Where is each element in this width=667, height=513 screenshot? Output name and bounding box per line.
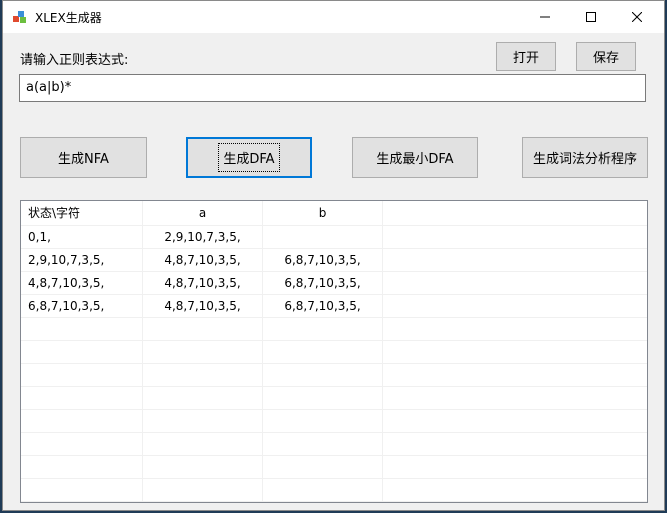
close-icon bbox=[632, 12, 642, 22]
table-row[interactable]: 0,1, 2,9,10,7,3,5, bbox=[21, 226, 647, 249]
table-cell[interactable] bbox=[383, 364, 647, 387]
table-cell[interactable] bbox=[263, 410, 383, 433]
table-cell[interactable]: 6,8,7,10,3,5, bbox=[263, 272, 383, 295]
table-cell[interactable] bbox=[383, 295, 647, 318]
table-cell[interactable]: 0,1, bbox=[21, 226, 143, 249]
table-cell[interactable] bbox=[143, 387, 263, 410]
table-cell[interactable] bbox=[383, 410, 647, 433]
generate-nfa-button[interactable]: 生成NFA bbox=[20, 137, 147, 178]
table-header-row: 状态\字符 a b bbox=[21, 201, 647, 226]
title-bar[interactable]: XLEX生成器 bbox=[3, 1, 664, 33]
header-cell[interactable]: b bbox=[263, 201, 383, 226]
regex-input[interactable]: a(a|b)* bbox=[19, 74, 646, 102]
table-cell[interactable] bbox=[383, 249, 647, 272]
table-row[interactable] bbox=[21, 387, 647, 410]
table-cell[interactable] bbox=[21, 387, 143, 410]
table-row[interactable] bbox=[21, 479, 647, 502]
table-cell[interactable]: 6,8,7,10,3,5, bbox=[263, 249, 383, 272]
app-window: XLEX生成器 请输入正则表达式: 打开 保存 a(a|b)* 生成NFA 生成… bbox=[2, 0, 665, 511]
generate-dfa-label: 生成DFA bbox=[218, 143, 280, 172]
generate-min-dfa-label: 生成最小DFA bbox=[376, 152, 454, 167]
table-cell[interactable] bbox=[21, 456, 143, 479]
table-cell[interactable] bbox=[143, 456, 263, 479]
table-cell[interactable] bbox=[383, 318, 647, 341]
table-cell[interactable] bbox=[143, 433, 263, 456]
generate-min-dfa-button[interactable]: 生成最小DFA bbox=[352, 137, 478, 178]
table-cell[interactable] bbox=[263, 341, 383, 364]
table-cell[interactable]: 4,8,7,10,3,5, bbox=[143, 272, 263, 295]
window-title: XLEX生成器 bbox=[35, 11, 102, 25]
table-cell[interactable] bbox=[383, 341, 647, 364]
header-cell[interactable] bbox=[383, 201, 647, 226]
table-cell[interactable] bbox=[263, 433, 383, 456]
table-cell[interactable] bbox=[143, 479, 263, 502]
table-cell[interactable] bbox=[21, 410, 143, 433]
table-row[interactable]: 6,8,7,10,3,5, 4,8,7,10,3,5, 6,8,7,10,3,5… bbox=[21, 295, 647, 318]
generate-lexer-button[interactable]: 生成词法分析程序 bbox=[522, 137, 648, 178]
table-cell[interactable] bbox=[21, 318, 143, 341]
close-button[interactable] bbox=[614, 1, 660, 33]
table-cell[interactable]: 6,8,7,10,3,5, bbox=[263, 295, 383, 318]
table-cell[interactable] bbox=[21, 479, 143, 502]
regex-label: 请输入正则表达式: bbox=[20, 53, 129, 68]
table-cell[interactable]: 4,8,7,10,3,5, bbox=[143, 249, 263, 272]
table-cell[interactable]: 4,8,7,10,3,5, bbox=[21, 272, 143, 295]
generate-nfa-label: 生成NFA bbox=[58, 152, 109, 167]
table-row[interactable] bbox=[21, 341, 647, 364]
table-cell[interactable] bbox=[383, 226, 647, 249]
table-cell[interactable] bbox=[383, 479, 647, 502]
table-row[interactable] bbox=[21, 318, 647, 341]
minimize-icon bbox=[540, 16, 550, 18]
maximize-icon bbox=[586, 12, 596, 22]
dfa-table[interactable]: 状态\字符 a b 0,1, 2,9,10,7,3,5, 2,9,10,7,3,… bbox=[20, 200, 648, 503]
table-row[interactable] bbox=[21, 410, 647, 433]
open-button-label: 打开 bbox=[512, 51, 539, 66]
generate-lexer-label: 生成词法分析程序 bbox=[532, 152, 637, 167]
save-button[interactable]: 保存 bbox=[576, 42, 636, 71]
table-cell[interactable] bbox=[263, 387, 383, 410]
table-cell[interactable]: 6,8,7,10,3,5, bbox=[21, 295, 143, 318]
table-row[interactable]: 2,9,10,7,3,5, 4,8,7,10,3,5, 6,8,7,10,3,5… bbox=[21, 249, 647, 272]
table-cell[interactable] bbox=[263, 318, 383, 341]
table-cell[interactable] bbox=[383, 456, 647, 479]
minimize-button[interactable] bbox=[522, 1, 568, 33]
header-cell[interactable]: 状态\字符 bbox=[21, 201, 143, 226]
header-cell[interactable]: a bbox=[143, 201, 263, 226]
table-cell[interactable] bbox=[383, 387, 647, 410]
table-cell[interactable] bbox=[143, 341, 263, 364]
table-cell[interactable] bbox=[263, 226, 383, 249]
table-row[interactable] bbox=[21, 433, 647, 456]
save-button-label: 保存 bbox=[592, 51, 619, 66]
table-cell[interactable] bbox=[263, 479, 383, 502]
table-cell[interactable] bbox=[383, 433, 647, 456]
table-cell[interactable] bbox=[263, 456, 383, 479]
app-icon bbox=[13, 11, 26, 23]
table-row[interactable] bbox=[21, 364, 647, 387]
table-cell[interactable]: 2,9,10,7,3,5, bbox=[143, 226, 263, 249]
table-cell[interactable] bbox=[143, 318, 263, 341]
table-cell[interactable] bbox=[21, 341, 143, 364]
table-cell[interactable] bbox=[263, 364, 383, 387]
maximize-button[interactable] bbox=[568, 1, 614, 33]
table-cell[interactable]: 4,8,7,10,3,5, bbox=[143, 295, 263, 318]
generate-dfa-button[interactable]: 生成DFA bbox=[186, 137, 312, 178]
table-cell[interactable] bbox=[21, 433, 143, 456]
table-cell[interactable]: 2,9,10,7,3,5, bbox=[21, 249, 143, 272]
table-cell[interactable] bbox=[21, 364, 143, 387]
table-row[interactable]: 4,8,7,10,3,5, 4,8,7,10,3,5, 6,8,7,10,3,5… bbox=[21, 272, 647, 295]
table-row[interactable] bbox=[21, 456, 647, 479]
open-button[interactable]: 打开 bbox=[496, 42, 556, 71]
table-cell[interactable] bbox=[143, 364, 263, 387]
table-cell[interactable] bbox=[143, 410, 263, 433]
table-cell[interactable] bbox=[383, 272, 647, 295]
